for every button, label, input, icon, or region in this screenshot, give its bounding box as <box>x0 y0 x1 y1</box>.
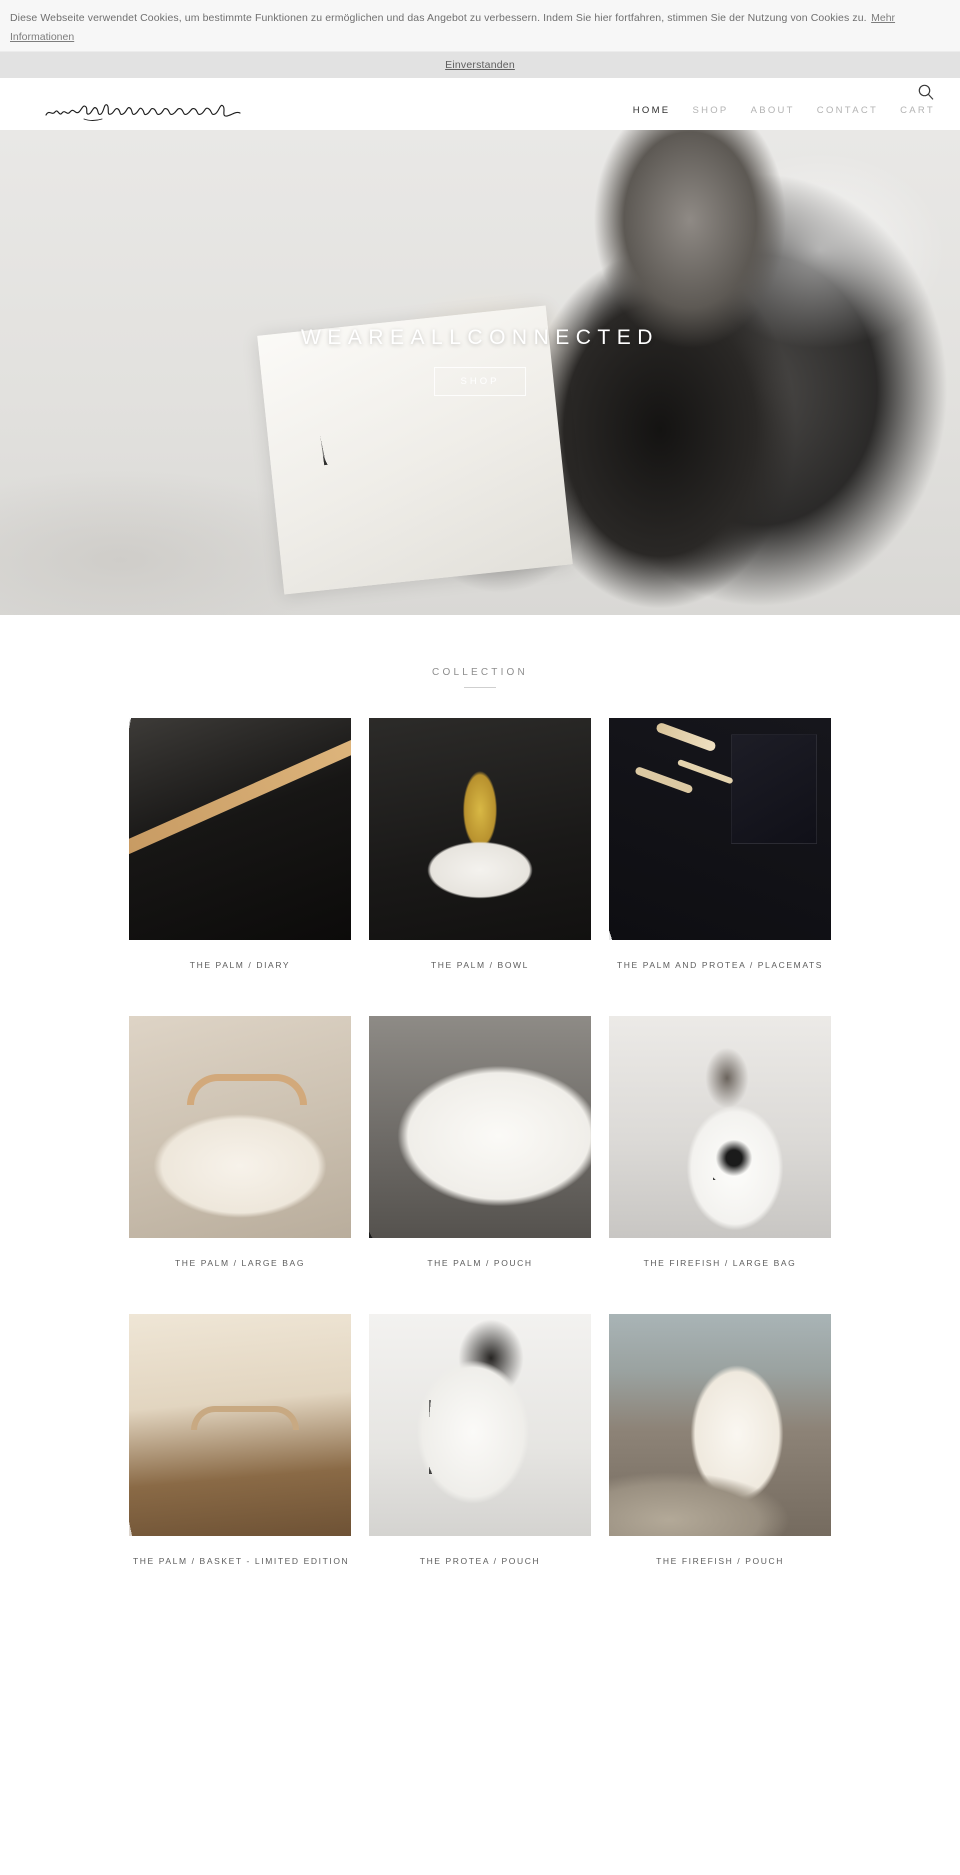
product-image[interactable] <box>129 1314 351 1536</box>
collection-title: COLLECTION <box>432 667 528 678</box>
product-grid: THE PALM / DIARY THE PALM / BOWL THE PAL… <box>0 718 960 1612</box>
product-card: THE FIREFISH / LARGE BAG <box>609 1016 831 1314</box>
collection-header: COLLECTION <box>0 667 960 688</box>
cookie-banner: Diese Webseite verwendet Cookies, um bes… <box>0 0 960 52</box>
collection-section: COLLECTION THE PALM / DIARY THE PALM / B… <box>0 615 960 1612</box>
hero-shop-button[interactable]: SHOP <box>433 367 527 396</box>
main-navigation: HOME SHOP ABOUT CONTACT CART <box>633 105 935 116</box>
product-image[interactable] <box>609 718 831 940</box>
hero-overlay: WEAREALLCONNECTED SHOP <box>0 130 960 615</box>
product-caption[interactable]: THE PALM / LARGE BAG <box>129 1238 351 1314</box>
product-caption[interactable]: THE PALM / POUCH <box>369 1238 591 1314</box>
product-caption[interactable]: THE FIREFISH / POUCH <box>609 1536 831 1612</box>
product-image[interactable] <box>369 1314 591 1536</box>
collection-divider <box>464 687 496 688</box>
product-caption[interactable]: THE PALM / DIARY <box>129 940 351 1016</box>
nav-item-contact[interactable]: CONTACT <box>817 105 878 116</box>
product-card: THE PALM / BASKET - LIMITED EDITION <box>129 1314 351 1612</box>
cookie-accept-button[interactable]: Einverstanden <box>445 59 515 71</box>
product-card: THE PALM / LARGE BAG <box>129 1016 351 1314</box>
nav-item-shop[interactable]: SHOP <box>692 105 728 116</box>
cookie-accept-row: Einverstanden <box>0 52 960 78</box>
product-image[interactable] <box>609 1314 831 1536</box>
product-caption[interactable]: THE FIREFISH / LARGE BAG <box>609 1238 831 1314</box>
product-image[interactable] <box>369 1016 591 1238</box>
nav-item-cart[interactable]: CART <box>900 105 935 116</box>
cookie-banner-text: Diese Webseite verwendet Cookies, um bes… <box>10 12 867 24</box>
product-image[interactable] <box>129 1016 351 1238</box>
product-image[interactable] <box>129 718 351 940</box>
hero-banner: WEAREALLCONNECTED SHOP <box>0 130 960 615</box>
site-header: HOME SHOP ABOUT CONTACT CART <box>0 78 960 130</box>
hero-title: WEAREALLCONNECTED <box>301 326 659 349</box>
product-card: THE PALM AND PROTEA / PLACEMATS <box>609 718 831 1016</box>
product-caption[interactable]: THE PALM / BOWL <box>369 940 591 1016</box>
site-logo[interactable] <box>44 98 254 124</box>
product-card: THE PROTEA / POUCH <box>369 1314 591 1612</box>
product-card: THE PALM / DIARY <box>129 718 351 1016</box>
product-card: THE FIREFISH / POUCH <box>609 1314 831 1612</box>
product-image[interactable] <box>609 1016 831 1238</box>
product-card: THE PALM / BOWL <box>369 718 591 1016</box>
product-card: THE PALM / POUCH <box>369 1016 591 1314</box>
nav-item-home[interactable]: HOME <box>633 105 671 116</box>
product-caption[interactable]: THE PALM AND PROTEA / PLACEMATS <box>609 940 831 1016</box>
product-caption[interactable]: THE PALM / BASKET - LIMITED EDITION <box>129 1536 351 1612</box>
nav-item-about[interactable]: ABOUT <box>751 105 795 116</box>
search-icon[interactable] <box>917 83 935 101</box>
product-caption[interactable]: THE PROTEA / POUCH <box>369 1536 591 1612</box>
product-image[interactable] <box>369 718 591 940</box>
